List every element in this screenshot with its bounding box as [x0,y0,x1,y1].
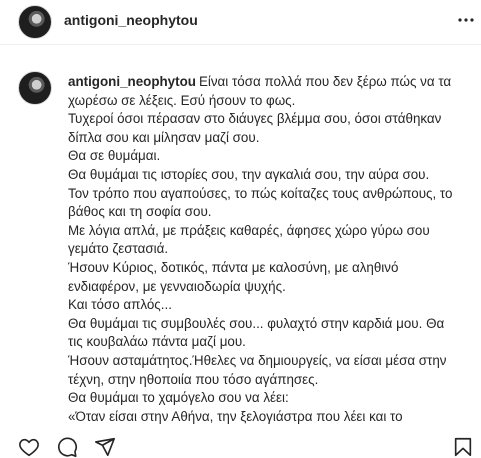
caption-line: Θα θυμάμαι το χαμόγελο σου να λέει: [68,390,289,406]
caption-line: «Όταν είσαι στην Αθήνα, την ξελογιάστρα … [68,408,403,424]
profile-avatar[interactable] [18,5,52,39]
caption-line: δίπλα σου και μίλησαν μαζί σου. [68,129,260,145]
caption-line: ενδιαφέρον, με γενναιοδωρία ψυχής. [68,278,286,294]
caption-line: Θα θυμάμαι τις συμβουλές σου... φυλαχτό … [68,315,445,331]
caption-line: βάθος και τη σοφία σου. [68,204,212,220]
post-username[interactable]: antigoni_neophytou [64,12,198,28]
caption-line: τέχνη, στην ηθοποιία που τόσο αγάπησες. [68,371,319,387]
caption-line: Θα σε θυμάμαι. [68,148,161,164]
caption-line: Τυχεροί όσοι πέρασαν στο διάυγες βλέμμα … [68,111,442,127]
action-bar [0,432,481,457]
caption-line: antigoni_neophytou Είναι τόσα πολλά που δ… [68,73,476,92]
more-horizontal-icon[interactable] [456,10,476,30]
caption-line: Θα θυμάμαι τις ιστορίες σου, την αγκαλιά… [68,166,430,182]
bookmark-icon[interactable] [452,436,474,458]
heart-icon[interactable] [18,436,40,458]
caption-line: Ήσουν Κύριος, δοτικός, πάντα με καλοσύνη… [68,259,399,275]
caption-line: Με λόγια απλά, με πράξεις καθαρές, άφησε… [68,222,430,238]
caption-username[interactable]: antigoni_neophytou [68,74,196,89]
caption-line: Τον τρόπο που αγαπούσες, το πώς κοίταζες… [68,185,453,201]
caption-line: Ήσουν ασταμάτητος.Ήθελες να δημιουργείς,… [68,352,447,368]
caption-text: antigoni_neophytou Είναι τόσα πολλά που δ… [68,73,476,426]
caption-line: γεμάτο ζεστασιά. [68,241,169,257]
comment-icon[interactable] [56,436,78,458]
share-icon[interactable] [94,436,116,458]
caption-first-line: Είναι τόσα πολλά που δεν ξέρω πώς να τα [198,74,452,89]
caption-line: Και τόσο απλός... [68,297,172,313]
caption-line: τις κουβαλάω πάντα μαζί μου. [68,334,246,350]
post-header: antigoni_neophytou [0,0,481,44]
caption-line: χωρέσω σε λέξεις. Εσύ ήσουν το φως. [68,92,296,108]
header-divider [0,44,481,45]
caption-avatar[interactable] [18,71,52,105]
